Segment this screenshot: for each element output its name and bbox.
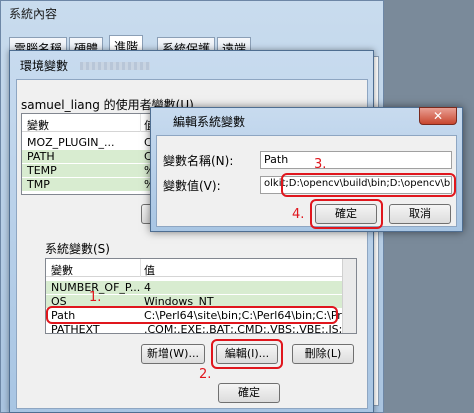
col-value: 值 — [144, 264, 155, 277]
cancel-button[interactable]: 取消 — [389, 204, 451, 224]
dialog-title: 編輯系統變數 — [173, 115, 246, 129]
list-item[interactable]: PATHEXT .COM;.EXE;.BAT;.CMD;.VBS;.VBE;.JS… — [46, 323, 353, 333]
window-title: 系統內容 — [9, 7, 58, 21]
system-vars-header: 變數 值 — [46, 259, 356, 277]
edit-highlight — [211, 339, 283, 369]
dialog-body: 變數名稱(N): Path 變數值(V): olkit;D:\opencv\bu… — [156, 135, 457, 229]
ok-button[interactable]: 確定 — [218, 383, 280, 403]
edit-system-variable-dialog: 編輯系統變數 ✕ 變數名稱(N): Path 變數值(V): olkit;D:\… — [150, 107, 463, 232]
annotation-3: 3. — [314, 157, 327, 172]
new-button[interactable]: 新增(W)... — [141, 344, 205, 364]
value-highlight — [281, 173, 456, 197]
annotation-2: 2. — [199, 367, 212, 382]
variable-name-field[interactable]: Path — [260, 151, 452, 169]
scrollbar[interactable] — [342, 259, 356, 333]
name-label: 變數名稱(N): — [163, 154, 234, 168]
system-vars-label: 系統變數(S) — [45, 242, 110, 256]
blurred-text — [80, 62, 150, 70]
col-variable: 變數 — [51, 264, 73, 277]
delete-button[interactable]: 刪除(L) — [292, 344, 354, 364]
path-highlight — [46, 306, 338, 324]
ok-highlight — [310, 199, 383, 229]
annotation-4: 4. — [292, 207, 305, 222]
annotation-1: 1. — [89, 290, 102, 305]
col-variable: 變數 — [27, 119, 49, 132]
dialog-title: 環境變數 — [20, 59, 69, 73]
close-icon[interactable]: ✕ — [419, 107, 457, 125]
value-label: 變數值(V): — [163, 179, 221, 193]
